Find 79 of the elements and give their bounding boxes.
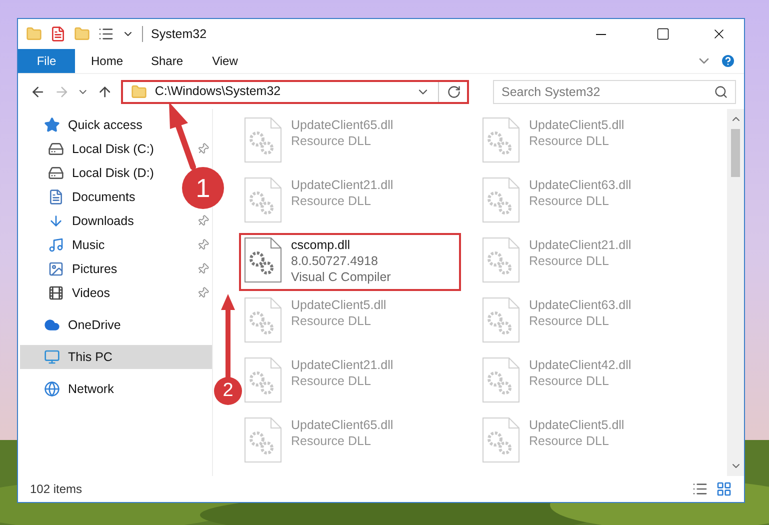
file-detail: 8.0.50727.4918 bbox=[291, 253, 379, 269]
file-item[interactable]: cscomp.dll 8.0.50727.4918 Visual C Compiler bbox=[239, 233, 461, 291]
file-detail: Resource DLL bbox=[291, 133, 372, 149]
gear-file-icon bbox=[481, 357, 521, 403]
back-icon[interactable] bbox=[30, 84, 46, 100]
monitor-icon bbox=[44, 349, 60, 365]
file-detail: Resource DLL bbox=[291, 193, 372, 209]
sidebar-item[interactable]: OneDrive bbox=[44, 313, 125, 337]
gear-file-icon bbox=[481, 417, 521, 463]
folder-icon bbox=[130, 84, 147, 100]
search-field[interactable]: Search System32 bbox=[492, 80, 736, 104]
tiles-view-icon[interactable] bbox=[716, 481, 732, 497]
file-detail: Resource DLL bbox=[291, 433, 372, 449]
sidebar-item[interactable]: Quick access bbox=[44, 113, 146, 137]
gear-file-icon bbox=[481, 297, 521, 343]
sidebar-item[interactable]: This PC bbox=[20, 345, 212, 369]
file-detail: Resource DLL bbox=[529, 373, 610, 389]
picture-icon bbox=[48, 261, 64, 277]
file-detail: Resource DLL bbox=[529, 433, 610, 449]
file-name: UpdateClient21.dll bbox=[529, 237, 632, 253]
sidebar-item[interactable]: Downloads bbox=[48, 209, 138, 233]
properties-icon[interactable] bbox=[98, 26, 114, 42]
document-icon bbox=[48, 189, 64, 205]
ribbon-tab[interactable]: View bbox=[195, 49, 255, 73]
gear-file-icon bbox=[243, 117, 283, 163]
file-name: UpdateClient42.dll bbox=[529, 357, 632, 373]
gear-file-icon bbox=[243, 237, 283, 283]
gear-file-icon bbox=[243, 417, 283, 463]
drive-icon bbox=[48, 141, 64, 157]
file-name: UpdateClient63.dll bbox=[529, 177, 632, 193]
scrollbar[interactable] bbox=[727, 109, 744, 476]
file-name: UpdateClient5.dll bbox=[529, 117, 624, 133]
star-icon bbox=[44, 117, 60, 133]
file-name: UpdateClient63.dll bbox=[529, 297, 632, 313]
up-icon[interactable] bbox=[97, 84, 113, 100]
file-detail: Resource DLL bbox=[529, 193, 610, 209]
ribbon-tab[interactable]: File bbox=[18, 49, 75, 73]
file-detail: Visual C Compiler bbox=[291, 269, 391, 285]
search-icon[interactable] bbox=[714, 84, 728, 98]
sidebar-item[interactable]: Network bbox=[44, 377, 118, 401]
sidebar-item[interactable]: Videos bbox=[48, 281, 114, 305]
sidebar-item[interactable]: Local Disk (C:) bbox=[48, 137, 158, 161]
file-name: UpdateClient21.dll bbox=[291, 357, 394, 373]
music-note-icon bbox=[48, 237, 64, 253]
file-name: cscomp.dll bbox=[291, 237, 352, 253]
sidebar-item[interactable]: Documents bbox=[48, 185, 140, 209]
gear-file-icon bbox=[243, 357, 283, 403]
film-icon bbox=[48, 285, 64, 301]
sidebar-item[interactable]: Music bbox=[48, 233, 109, 257]
sidebar-item[interactable]: Local Disk (D:) bbox=[48, 161, 158, 185]
address-field[interactable]: C:\Windows\System32 bbox=[120, 80, 469, 104]
gear-file-icon bbox=[481, 117, 521, 163]
details-view-icon[interactable] bbox=[692, 481, 708, 497]
window-title: System32 bbox=[151, 26, 208, 43]
scroll-thumb[interactable] bbox=[731, 129, 740, 177]
maximize-icon bbox=[656, 27, 670, 41]
ribbon-tab[interactable]: Share bbox=[135, 49, 195, 73]
refresh-icon[interactable] bbox=[446, 84, 461, 98]
gear-file-icon bbox=[481, 177, 521, 223]
file-name: UpdateClient65.dll bbox=[291, 417, 394, 433]
gear-file-icon bbox=[243, 297, 283, 343]
drive-icon bbox=[48, 165, 64, 181]
gear-file-icon bbox=[481, 237, 521, 283]
file-name: UpdateClient65.dll bbox=[291, 117, 394, 133]
file-detail: Resource DLL bbox=[529, 133, 610, 149]
file-detail: Resource DLL bbox=[529, 313, 610, 329]
file-detail: Resource DLL bbox=[529, 253, 610, 269]
cloud-icon bbox=[44, 317, 60, 333]
file-name: UpdateClient5.dll bbox=[291, 297, 386, 313]
sidebar-item[interactable]: Pictures bbox=[48, 257, 122, 281]
gear-file-icon bbox=[243, 177, 283, 223]
file-detail: Resource DLL bbox=[291, 313, 372, 329]
ribbon-tab[interactable]: Home bbox=[75, 49, 135, 73]
file-name: UpdateClient5.dll bbox=[529, 417, 624, 433]
file-name: UpdateClient21.dll bbox=[291, 177, 394, 193]
globe-icon bbox=[44, 381, 60, 397]
file-detail: Resource DLL bbox=[291, 373, 372, 389]
help-icon[interactable] bbox=[720, 53, 736, 69]
item-count: 102 items bbox=[30, 481, 84, 498]
